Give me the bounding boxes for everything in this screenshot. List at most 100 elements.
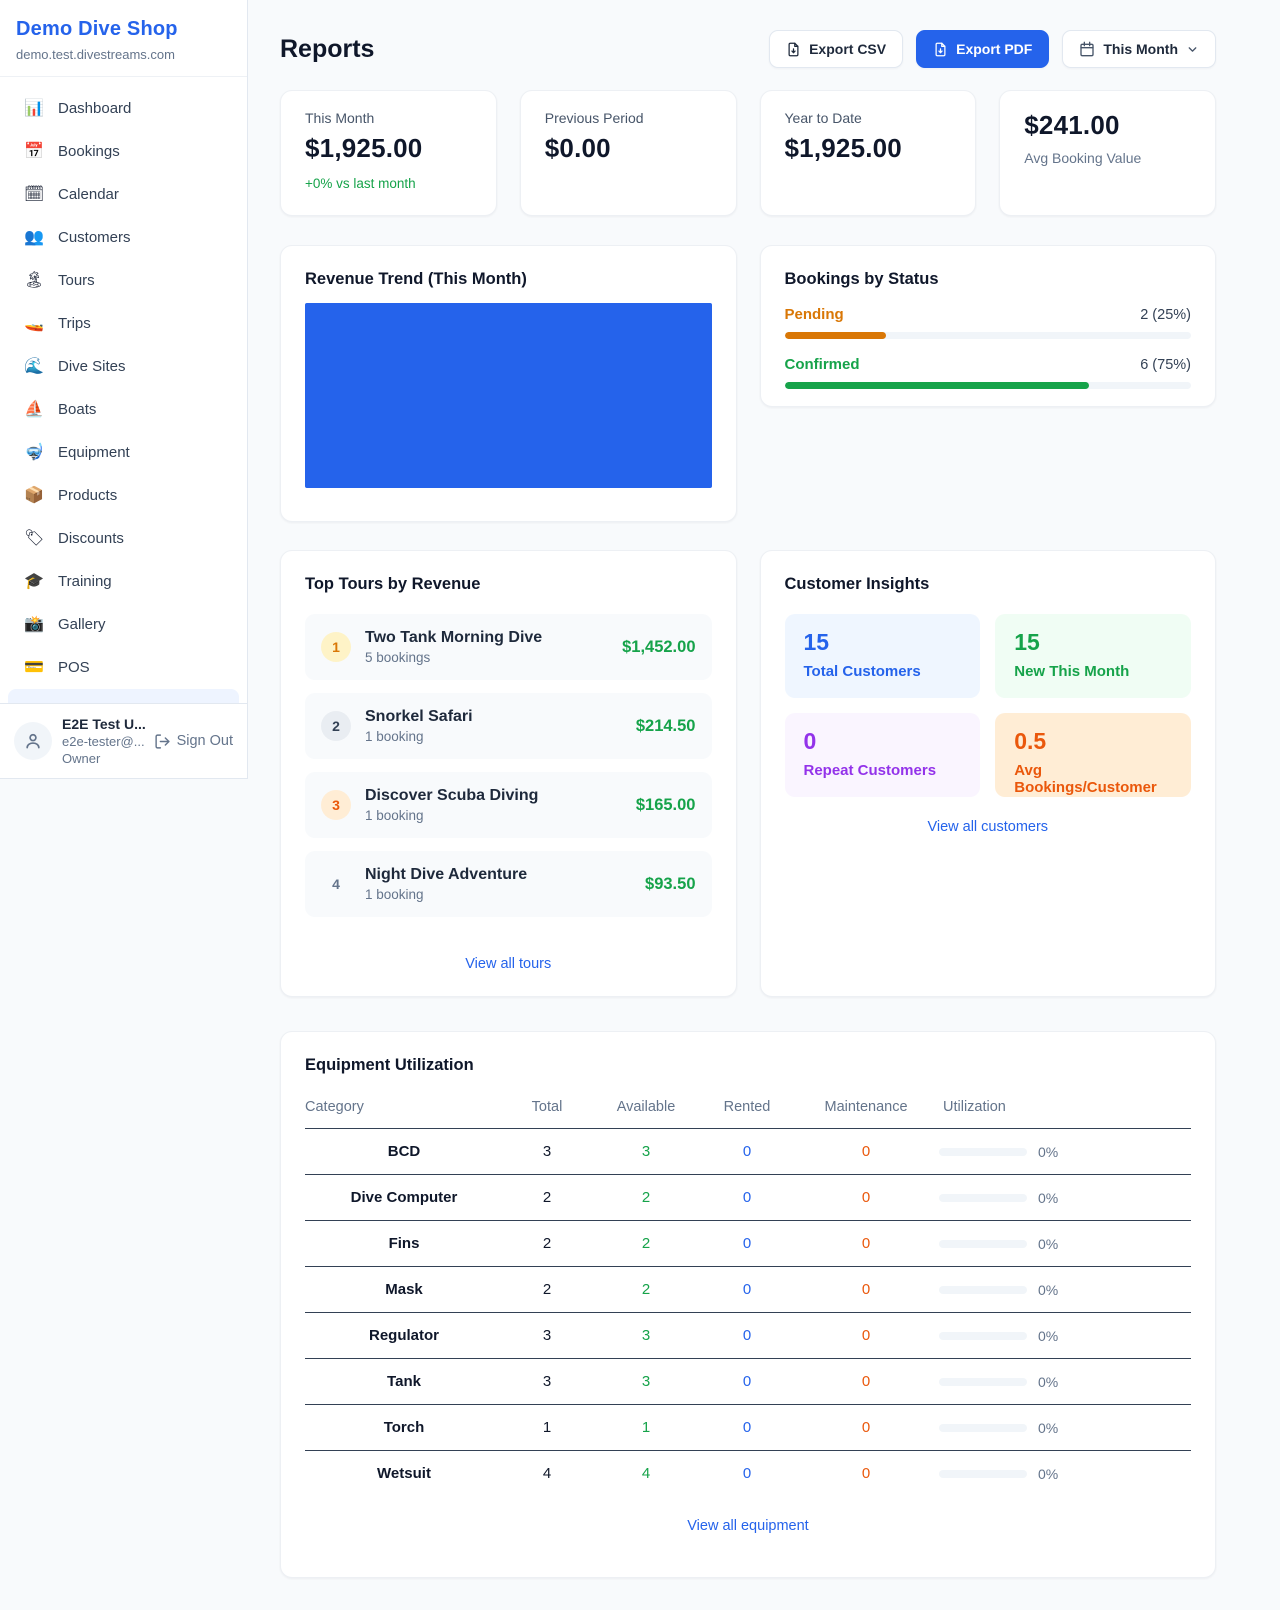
column-header-available: Available <box>591 1091 701 1129</box>
sidebar-item-boats[interactable]: ⛵Boats <box>8 388 239 431</box>
main-content: Reports Export CSV Export PDF <box>248 0 1280 1578</box>
cell-category: Fins <box>305 1221 503 1267</box>
cell-category: BCD <box>305 1129 503 1175</box>
page-title: Reports <box>280 35 374 64</box>
user-role: Owner <box>62 751 144 766</box>
sidebar-item-equipment[interactable]: 🤿Equipment <box>8 431 239 474</box>
top-tours-title: Top Tours by Revenue <box>305 575 712 594</box>
tour-bookings: 1 booking <box>365 887 527 902</box>
sidebar-item-label: Calendar <box>58 186 119 203</box>
utilization-bar-track <box>939 1424 1027 1432</box>
sidebar-item-gallery[interactable]: 📸Gallery <box>8 603 239 646</box>
insight-label: Total Customers <box>804 663 962 680</box>
status-bar-fill <box>785 382 1090 389</box>
bookings-status-title: Bookings by Status <box>785 270 1192 289</box>
sidebar-item-calendar[interactable]: 🗓Calendar <box>8 173 239 216</box>
insight-label: Avg Bookings/Customer <box>1014 762 1172 796</box>
column-header-rented: Rented <box>701 1091 793 1129</box>
cell-total: 4 <box>503 1451 591 1497</box>
sidebar-item-trips[interactable]: 🚤Trips <box>8 302 239 345</box>
export-pdf-button[interactable]: Export PDF <box>916 30 1049 68</box>
sidebar-item-label: Tours <box>58 272 95 289</box>
utilization-bar-track <box>939 1194 1027 1202</box>
sidebar-item-dashboard[interactable]: 📊Dashboard <box>8 87 239 130</box>
stat-label: Avg Booking Value <box>1024 150 1191 166</box>
utilization-bar-track <box>939 1148 1027 1156</box>
insight-value: 15 <box>1014 629 1172 656</box>
revenue-trend-chart <box>305 303 712 488</box>
view-all-tours-link[interactable]: View all tours <box>305 938 712 972</box>
sidebar-item-label: Boats <box>58 401 96 418</box>
revenue-trend-title: Revenue Trend (This Month) <box>305 270 712 289</box>
stat-label: Year to Date <box>785 110 952 126</box>
cell-maintenance: 0 <box>793 1313 939 1359</box>
sidebar-item-customers[interactable]: 👥Customers <box>8 216 239 259</box>
sidebar-item-pos[interactable]: 💳 POS <box>8 646 239 689</box>
app-domain: demo.test.divestreams.com <box>16 47 231 62</box>
cell-rented: 0 <box>701 1451 793 1497</box>
utilization-bar-track <box>939 1470 1027 1478</box>
sidebar-item-reports-active[interactable] <box>8 689 239 703</box>
insight-value: 0.5 <box>1014 728 1172 755</box>
utilization-percent: 0% <box>1038 1190 1058 1206</box>
stat-card-avg-booking-value: $241.00Avg Booking Value <box>999 90 1216 216</box>
export-pdf-label: Export PDF <box>956 41 1032 57</box>
utilization-percent: 0% <box>1038 1374 1058 1390</box>
view-all-customers-link[interactable]: View all customers <box>785 819 1192 835</box>
cell-rented: 0 <box>701 1405 793 1451</box>
tour-row-discover-scuba-diving: 3Discover Scuba Diving1 booking$165.00 <box>305 772 712 838</box>
calendar-icon <box>1079 41 1095 57</box>
sidebar-item-training[interactable]: 🎓 Training <box>8 560 239 603</box>
cell-maintenance: 0 <box>793 1267 939 1313</box>
cell-utilization: 0% <box>939 1175 1191 1221</box>
sidebar-item-discounts[interactable]: 🏷Discounts <box>8 517 239 560</box>
export-csv-button[interactable]: Export CSV <box>769 30 903 68</box>
stat-delta: +0% vs last month <box>305 176 472 191</box>
cell-rented: 0 <box>701 1313 793 1359</box>
cell-category: Wetsuit <box>305 1451 503 1497</box>
sidebar-item-products[interactable]: 📦Products <box>8 474 239 517</box>
credit-card-icon: 💳 <box>24 660 44 676</box>
sidebar-item-label: Trips <box>58 315 91 332</box>
utilization-bar-track <box>939 1378 1027 1386</box>
sidebar-item-label: Training <box>58 573 112 590</box>
cell-total: 3 <box>503 1129 591 1175</box>
tour-name: Discover Scuba Diving <box>365 787 538 805</box>
sign-out-button[interactable]: Sign Out <box>154 733 233 750</box>
view-all-equipment-link[interactable]: View all equipment <box>305 1518 1191 1534</box>
customer-insights-title: Customer Insights <box>785 575 1192 594</box>
sidebar-item-dive-sites[interactable]: 🌊Dive Sites <box>8 345 239 388</box>
rank-badge: 3 <box>321 790 351 820</box>
cell-total: 2 <box>503 1221 591 1267</box>
cell-total: 3 <box>503 1359 591 1405</box>
status-row-confirmed: Confirmed6 (75%) <box>785 356 1192 389</box>
insight-label: New This Month <box>1014 663 1172 680</box>
graduation-cap-icon: 🎓 <box>24 574 44 590</box>
sidebar-item-label: Products <box>58 487 117 504</box>
equipment-row-mask: Mask22000% <box>305 1267 1191 1313</box>
stat-value: $1,925.00 <box>785 133 952 164</box>
period-dropdown[interactable]: This Month <box>1062 30 1216 68</box>
chevron-down-icon <box>1186 43 1199 56</box>
sidebar-item-label: Customers <box>58 229 131 246</box>
cell-utilization: 0% <box>939 1267 1191 1313</box>
sign-out-label: Sign Out <box>177 733 233 749</box>
sidebar-item-label: Gallery <box>58 616 106 633</box>
equipment-row-wetsuit: Wetsuit44000% <box>305 1451 1191 1497</box>
equipment-row-torch: Torch11000% <box>305 1405 1191 1451</box>
equipment-row-dive-computer: Dive Computer22000% <box>305 1175 1191 1221</box>
tour-revenue: $1,452.00 <box>622 638 695 657</box>
sidebar-item-label: Dive Sites <box>58 358 126 375</box>
sidebar-item-label: POS <box>58 659 90 676</box>
utilization-percent: 0% <box>1038 1144 1058 1160</box>
cell-category: Tank <box>305 1359 503 1405</box>
equipment-row-regulator: Regulator33000% <box>305 1313 1191 1359</box>
column-header-category: Category <box>305 1091 503 1129</box>
cell-utilization: 0% <box>939 1405 1191 1451</box>
sidebar-item-bookings[interactable]: 📅Bookings <box>8 130 239 173</box>
insight-tile-avg-bookings-customer: 0.5 Avg Bookings/Customer <box>995 713 1191 797</box>
status-bar-fill <box>785 332 887 339</box>
sidebar-item-tours[interactable]: 🏝Tours <box>8 259 239 302</box>
insight-tile-repeat-customers: 0Repeat Customers <box>785 713 981 797</box>
insight-value: 15 <box>804 629 962 656</box>
